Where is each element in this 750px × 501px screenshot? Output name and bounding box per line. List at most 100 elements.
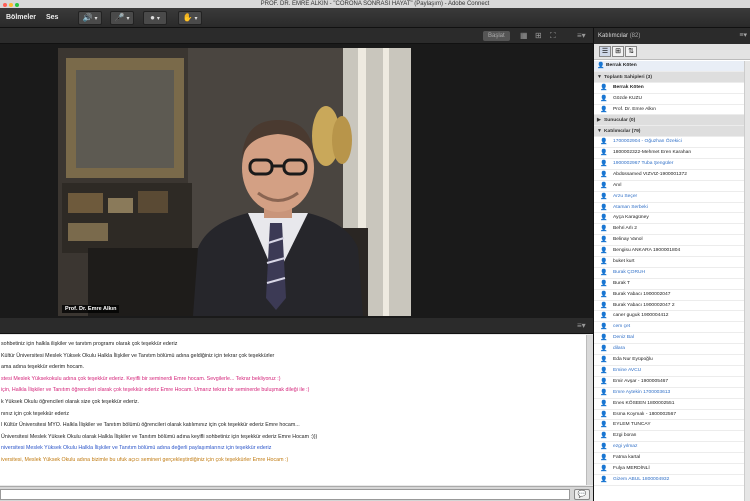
fullscreen-icon[interactable]: ⛶ <box>550 30 556 42</box>
attendee-name: Prof. Dr. Emre Alkın <box>613 106 656 112</box>
window-title-bar: PROF. DR. EMRE ALKIN - "CORONA SONRASI H… <box>0 0 750 8</box>
attendee-row[interactable]: 👤 EYLEM TUNCAY <box>594 420 744 432</box>
attendee-row[interactable]: 👤 Gizem ABUL 1800004932 <box>594 475 744 486</box>
attendee-row[interactable]: 👤 Bengisu ANKARA 1900001804 <box>594 246 744 258</box>
person-icon: 👤 <box>600 291 608 298</box>
attendee-row[interactable]: 👤 Behri Arlı 2 <box>594 224 744 236</box>
attendee-name: Esma Koymalı - 1800002567 <box>613 411 677 417</box>
attendee-row[interactable]: 👤 Gözde KUZU <box>594 94 744 105</box>
attendee-row[interactable]: 👤 Deniz Bal <box>594 333 744 345</box>
person-icon: 👤 <box>600 302 608 309</box>
attendee-row[interactable]: 👤 cem çet <box>594 322 744 334</box>
attendee-name: Emine AVCU <box>613 367 642 373</box>
chat-message: ama adına teşekkür ederim hocam. <box>1 364 85 371</box>
attendee-group-header[interactable]: ▼ Toplantı Sahipleri (3) <box>594 71 744 83</box>
person-icon: 👤 <box>600 335 608 342</box>
attendee-row[interactable]: 👤 Berrak Köten <box>594 83 744 94</box>
filmstrip-icon[interactable]: ▦ <box>520 30 528 42</box>
attendee-row[interactable]: 👤 Ezgi boran <box>594 431 744 443</box>
zoom-window-icon[interactable] <box>15 3 19 7</box>
triangle-right-icon[interactable]: ▶ <box>597 115 604 125</box>
chevron-down-icon: ▾ <box>156 15 160 22</box>
attendee-row[interactable]: 👤 Fatma kartal <box>594 453 744 464</box>
attendee-row[interactable]: 👤 Fulya MERDİNLİ <box>594 464 744 475</box>
speech-bubble-icon: 💬 <box>577 491 587 498</box>
speaker-button[interactable]: 🔊 ▾ <box>78 11 102 25</box>
triangle-down-icon[interactable]: ▼ <box>597 72 604 82</box>
attendee-row[interactable]: 👤 Berrak Köten <box>594 61 744 72</box>
triangle-down-icon[interactable]: ▼ <box>597 126 604 136</box>
attendee-row[interactable]: 👤 1900002967 Tuba Şengüler <box>594 159 744 170</box>
attendee-name: Ezgi boran <box>613 433 637 439</box>
close-window-icon[interactable] <box>3 3 7 7</box>
pod-menu-icon[interactable]: ≡▾ <box>577 320 586 332</box>
menu-item-pods[interactable]: Bölmeler <box>6 12 36 24</box>
attendee-name: Ataman Serbeki <box>613 204 648 210</box>
attendee-row[interactable]: 👤 Emine AVCU <box>594 366 744 377</box>
attendee-row[interactable]: 👤 Burak Yabacı 1900002047 2 <box>594 301 744 312</box>
raise-hand-button[interactable]: ✋ ▾ <box>178 11 202 25</box>
attendee-row[interactable]: 👤 Esma Koymalı - 1800002567 <box>594 410 744 421</box>
attendee-row[interactable]: 👤 1700002904 - Oğuzhan Özekici <box>594 137 744 149</box>
pod-menu-icon[interactable]: ≡▾ <box>739 28 747 44</box>
camera-button[interactable]: ● ▾ <box>143 11 167 25</box>
sort-alpha-icon[interactable]: ⇅ <box>625 46 637 57</box>
attendee-row[interactable]: 👤 Emre Aytekin 1700003613 <box>594 388 744 399</box>
chat-message-list[interactable]: sohbetiniz için halkla ilişkiler ve tanı… <box>0 335 586 485</box>
attendee-row[interactable]: 👤 Ayça Karagüney <box>594 213 744 225</box>
attendee-row[interactable]: 👤 Arzu Seçer <box>594 192 744 203</box>
person-icon: 👤 <box>600 324 608 331</box>
attendee-row[interactable]: 👤 Enes KÖSEEN 1800002551 <box>594 399 744 410</box>
person-icon: 👤 <box>600 411 608 418</box>
speaker-icon: 🔊 <box>82 13 93 22</box>
attendee-row[interactable]: 👤 1800002322-Mehmet Eren Karahan <box>594 148 744 160</box>
attendees-pod-header: Katılımcılar (82) ≡▾ <box>594 28 750 44</box>
attendee-row[interactable]: 👤 Burak ÇORUH <box>594 268 744 279</box>
attendee-row[interactable]: 👤 caner guguk 1900004412 <box>594 311 744 323</box>
attendee-name: Berrak Köten <box>606 63 637 68</box>
attendee-row[interactable]: 👤 Eda Nur Eyüpoğlu <box>594 355 744 366</box>
person-icon: 👤 <box>600 465 608 472</box>
list-view-icon[interactable]: ☰ <box>599 46 611 57</box>
attendee-name: Berrak Köten <box>613 84 644 90</box>
attendee-row[interactable]: 👤 Abdüssamed VIZVIZ-1900001372 <box>594 170 744 181</box>
attendees-pod: Katılımcılar (82) ≡▾ ☰ ⊞ ⇅ 👤 Berrak Köten… <box>593 28 750 501</box>
breakout-icon[interactable]: ⊞ <box>612 46 624 57</box>
attendee-row[interactable]: 👤 buket kurt <box>594 257 744 268</box>
attendee-group-header[interactable]: ▶ Sunucular (0) <box>594 115 744 127</box>
chat-message: Üniversitesi Meslek Yüksek Okulu olarak … <box>1 433 318 440</box>
person-icon: 👤 <box>600 237 608 244</box>
attendee-row[interactable]: 👤 Ataman Serbeki <box>594 203 744 214</box>
attendee-row[interactable]: 👤 Emir Avşar - 1900005467 <box>594 377 744 388</box>
attendee-list-scrollbar[interactable] <box>744 61 750 501</box>
minimize-window-icon[interactable] <box>9 3 13 7</box>
person-icon: 👤 <box>600 259 608 266</box>
start-share-button[interactable]: Başlat <box>483 31 510 41</box>
attendee-name: Burak Yabacı 1900002047 <box>613 291 671 297</box>
attendee-group-header[interactable]: ▼ Katılımcılar (79) <box>594 126 744 138</box>
chat-message: l Kültür Üniversitesi MYO. Halkla İlişki… <box>1 422 300 429</box>
attendee-row[interactable]: 👤 Burak T <box>594 279 744 290</box>
chat-message-input[interactable] <box>0 489 570 500</box>
send-message-button[interactable]: 💬 <box>574 489 590 500</box>
adobe-connect-window: PROF. DR. EMRE ALKIN - "CORONA SONRASI H… <box>0 0 750 501</box>
attendee-row[interactable]: 👤 Prof. Dr. Emre Alkın <box>594 105 744 116</box>
pod-menu-icon[interactable]: ≡▾ <box>577 30 586 42</box>
person-icon: 👤 <box>600 357 608 364</box>
attendee-row[interactable]: 👤 dilara <box>594 344 744 356</box>
chat-scrollbar[interactable] <box>586 335 593 485</box>
menu-item-audio[interactable]: Ses <box>46 12 58 24</box>
attendee-row[interactable]: 👤 Burak Yabacı 1900002047 <box>594 290 744 301</box>
microphone-button[interactable]: 🎤 ▾ <box>110 11 134 25</box>
person-icon: 👤 <box>600 226 608 233</box>
attendee-row[interactable]: 👤 Belinay Vanol <box>594 235 744 247</box>
person-icon: 👤 <box>600 367 608 374</box>
chevron-down-icon: ▾ <box>194 15 198 22</box>
attendee-row[interactable]: 👤 Anıl <box>594 181 744 192</box>
attendee-name: Burak Yabacı 1900002047 2 <box>613 302 675 308</box>
attendee-row[interactable]: 👤 ezgi yılmaz <box>594 442 744 454</box>
person-icon: 👤 <box>600 193 608 200</box>
chevron-down-icon: ▾ <box>94 15 98 22</box>
person-icon: 👤 <box>600 346 608 353</box>
grid-view-icon[interactable]: ⊞ <box>535 30 542 42</box>
